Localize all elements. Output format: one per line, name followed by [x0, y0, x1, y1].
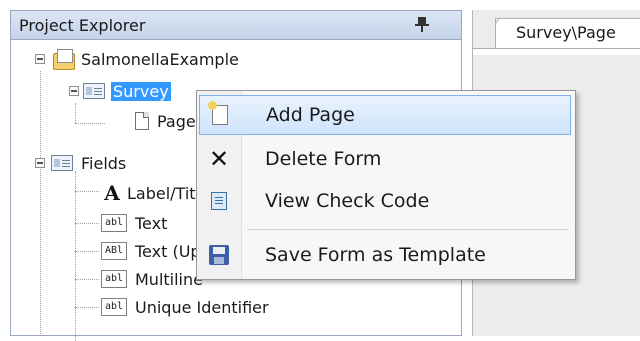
unique-id-icon: abl [101, 298, 127, 316]
pin-icon[interactable] [415, 16, 429, 34]
field-item-label: Text [135, 213, 168, 233]
menu-item-add-page[interactable]: Add Page [199, 95, 571, 135]
project-icon [51, 49, 75, 70]
explorer-title: Project Explorer [19, 16, 146, 35]
menu-separator [247, 229, 569, 230]
tree-node-page[interactable]: Page [135, 109, 196, 133]
page-icon [135, 112, 149, 130]
menu-item-view-check-code[interactable]: View Check Code [199, 181, 571, 221]
menu-item-label: Add Page [266, 104, 355, 126]
form-icon [83, 83, 105, 99]
context-menu: Add Page ✕ Delete Form View Check Code S… [196, 90, 576, 280]
label-icon: A [104, 181, 120, 205]
menu-item-label: View Check Code [265, 190, 430, 212]
uppercase-textbox-icon: ABl [101, 242, 127, 260]
collapse-icon[interactable] [35, 54, 45, 64]
form-label: Survey [111, 81, 171, 101]
tree-node-project[interactable]: SalmonellaExample [35, 47, 239, 71]
project-label: SalmonellaExample [81, 49, 239, 69]
field-item[interactable]: A Label/Title [101, 181, 210, 205]
menu-item-delete-form[interactable]: ✕ Delete Form [199, 139, 571, 179]
field-item[interactable]: abl Unique Identifier [101, 295, 269, 319]
document-tab-strip [473, 48, 640, 55]
save-icon [199, 235, 239, 275]
menu-item-label: Delete Form [265, 148, 382, 170]
page-label: Page [157, 111, 196, 131]
add-page-icon [200, 95, 240, 135]
field-item[interactable]: abl Multiline [101, 267, 203, 291]
tree-node-form[interactable]: Survey [69, 79, 171, 103]
menu-item-label: Save Form as Template [265, 244, 486, 266]
collapse-icon[interactable] [35, 158, 45, 168]
field-item[interactable]: abl Text [101, 211, 167, 235]
fields-label: Fields [81, 153, 127, 173]
explorer-header: Project Explorer [11, 11, 461, 40]
field-item-label: Unique Identifier [135, 297, 269, 317]
tree-node-fields[interactable]: Fields [35, 151, 126, 175]
delete-icon: ✕ [208, 145, 230, 173]
multiline-textbox-icon: abl [101, 270, 127, 288]
menu-item-save-template[interactable]: Save Form as Template [199, 235, 571, 275]
collapse-icon[interactable] [69, 86, 79, 96]
field-item-label: Multiline [135, 269, 203, 289]
fields-icon [51, 155, 73, 171]
check-code-icon [199, 181, 239, 221]
document-tab[interactable]: Survey\Page [495, 18, 640, 48]
textbox-icon: abl [101, 214, 127, 232]
